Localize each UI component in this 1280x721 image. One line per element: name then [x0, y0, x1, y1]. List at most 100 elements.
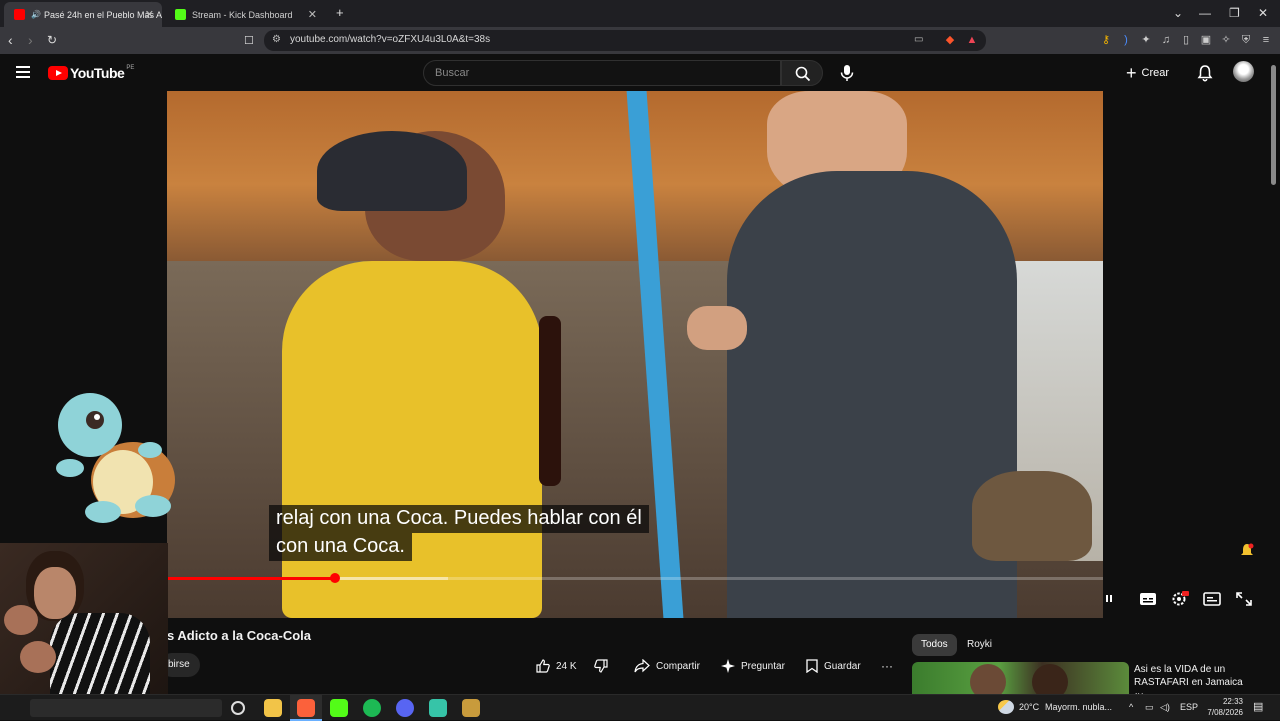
avatar[interactable]	[1233, 61, 1254, 82]
speaker-icon: 🔊	[31, 10, 41, 19]
video-title: s Adicto a la Coca-Cola	[167, 628, 311, 643]
app-icon[interactable]	[429, 699, 447, 717]
hand-image	[687, 306, 747, 350]
url-text: youtube.com/watch?v=oZFXU4u3L0A&t=38s	[290, 34, 491, 45]
tray-chevron-icon[interactable]: ^	[1129, 702, 1133, 712]
active-app-highlight	[290, 695, 322, 721]
reload-icon[interactable]: ↻	[47, 32, 57, 48]
streamer-face-image	[34, 567, 76, 619]
tab-close-icon[interactable]: ✕	[308, 8, 317, 21]
discord-icon[interactable]	[396, 699, 414, 717]
audio-extension-icon[interactable]: )	[1119, 33, 1133, 47]
guide-menu-icon[interactable]	[16, 66, 30, 78]
leo-ai-icon[interactable]: ✧	[1219, 33, 1233, 47]
tab-title: Stream - Kick Dashboard	[192, 9, 293, 20]
yellow-shirt-image	[282, 261, 542, 618]
volume-icon[interactable]: ◁)	[1160, 702, 1170, 713]
weather-temp[interactable]: 20°C	[1019, 702, 1039, 712]
new-tab-button[interactable]: +	[336, 5, 344, 20]
back-icon[interactable]: ‹	[8, 32, 13, 48]
minimize-icon[interactable]: —	[1199, 6, 1211, 20]
save-button[interactable]: Guardar	[806, 655, 861, 677]
file-explorer-icon[interactable]	[264, 699, 282, 717]
bookmark-icon[interactable]: ☐	[244, 33, 254, 49]
like-count: 24 K	[556, 660, 577, 672]
network-icon[interactable]: ▭	[1145, 702, 1154, 713]
clock-time: 22:33	[1222, 697, 1243, 706]
more-actions-button[interactable]: ···	[881, 655, 893, 677]
logo-text: YouTube	[70, 65, 125, 81]
notification-center-icon[interactable]: ▤	[1253, 700, 1263, 713]
browser-tab-strip: 🔊 Pasé 24h en el Pueblo Más Ad ✕ Stream …	[0, 0, 1280, 27]
chip-royki[interactable]: Royki	[958, 634, 1001, 656]
voice-search-button[interactable]	[836, 62, 858, 84]
tab-kick-dashboard[interactable]: Stream - Kick Dashboard ✕	[165, 2, 325, 27]
sparkle-icon	[721, 659, 735, 673]
maximize-icon[interactable]: ❐	[1229, 6, 1240, 20]
thumbs-up-icon	[536, 659, 550, 673]
site-info-icon[interactable]: ⚙	[272, 34, 281, 45]
search-button[interactable]	[781, 60, 823, 86]
youtube-play-icon	[48, 66, 68, 80]
sidebar-icon[interactable]: ▯	[1179, 33, 1193, 47]
clock[interactable]: 22:33 7/08/2026	[1203, 696, 1243, 718]
task-view-icon[interactable]	[231, 701, 245, 715]
extensions-icon[interactable]: ✦	[1139, 33, 1153, 47]
weather-text[interactable]: Mayorm. nubla...	[1045, 702, 1112, 712]
webcam-overlay	[0, 543, 168, 711]
close-window-icon[interactable]: ✕	[1258, 6, 1268, 20]
music-icon[interactable]: ♫	[1159, 33, 1173, 47]
browser-toolbar: ‹ › ↻ ☐ ⚙ youtube.com/watch?v=oZFXU4u3L0…	[0, 27, 1280, 54]
streamer-hand-image	[4, 605, 38, 635]
thumbs-down-icon	[594, 659, 608, 673]
menu-icon[interactable]: ≡	[1259, 33, 1273, 47]
ask-button[interactable]: Preguntar	[721, 655, 785, 677]
taskbar-search-box[interactable]	[30, 699, 222, 717]
tab-youtube[interactable]: 🔊 Pasé 24h en el Pueblo Más Ad ✕	[4, 2, 162, 27]
played-bar	[167, 577, 336, 580]
tab-search-chevron-icon[interactable]: ⌄	[1173, 6, 1183, 20]
like-button[interactable]: 24 K	[536, 655, 577, 677]
recommendation-thumbnail[interactable]	[912, 662, 1129, 694]
kick-icon[interactable]	[330, 699, 348, 717]
ask-label: Preguntar	[741, 660, 785, 672]
progress-bar[interactable]	[167, 577, 1103, 580]
pause-icon[interactable]	[1105, 591, 1123, 607]
spotify-icon[interactable]	[363, 699, 381, 717]
dislike-button[interactable]	[594, 655, 614, 677]
youtube-logo[interactable]: YouTube PE	[48, 65, 134, 81]
language-indicator[interactable]: ESP	[1180, 702, 1198, 712]
search-placeholder: Buscar	[435, 67, 470, 79]
league-of-legends-icon[interactable]	[462, 699, 480, 717]
weather-icon[interactable]	[998, 700, 1014, 714]
brave-shields-icon[interactable]: ◆	[943, 33, 957, 47]
settings-gear-icon[interactable]	[1171, 591, 1189, 607]
tab-close-icon[interactable]: ✕	[145, 8, 154, 21]
key-extension-icon[interactable]: ⚷	[1099, 33, 1113, 47]
vpn-icon[interactable]: ⛨	[1239, 33, 1253, 47]
fullscreen-icon[interactable]	[1235, 591, 1253, 607]
wallet-icon[interactable]: ▣	[1199, 33, 1213, 47]
address-bar[interactable]: ⚙ youtube.com/watch?v=oZFXU4u3L0A&t=38s …	[264, 30, 986, 51]
captions: relaj con una Coca. Puedes hablar con él…	[269, 505, 882, 561]
bookmark-save-icon	[806, 659, 818, 673]
cap-image	[317, 131, 467, 211]
search-input[interactable]: Buscar	[423, 60, 781, 86]
forward-icon[interactable]: ›	[28, 32, 33, 48]
create-button[interactable]: + Crear	[1126, 63, 1186, 83]
share-button[interactable]: Compartir	[634, 655, 700, 677]
caption-line-1: relaj con una Coca. Puedes hablar con él	[269, 505, 649, 533]
brave-rewards-icon[interactable]: ▲	[965, 33, 979, 47]
youtube-header: YouTube PE Buscar + Crear	[0, 54, 1280, 92]
subscribe-label: birse	[168, 659, 190, 670]
share-icon	[634, 659, 650, 673]
chip-all[interactable]: Todos	[912, 634, 957, 656]
ambient-bell-icon	[1240, 543, 1254, 559]
miniplayer-icon[interactable]	[1203, 591, 1221, 607]
cast-icon[interactable]: ▭	[914, 34, 923, 45]
page-scrollbar[interactable]	[1271, 65, 1276, 185]
windows-taskbar: 20°C Mayorm. nubla... ^ ▭ ◁) ESP 22:33 7…	[0, 694, 1280, 721]
subtitles-icon[interactable]	[1139, 591, 1157, 607]
microphone-icon	[840, 65, 854, 81]
notifications-button[interactable]	[1195, 63, 1215, 83]
